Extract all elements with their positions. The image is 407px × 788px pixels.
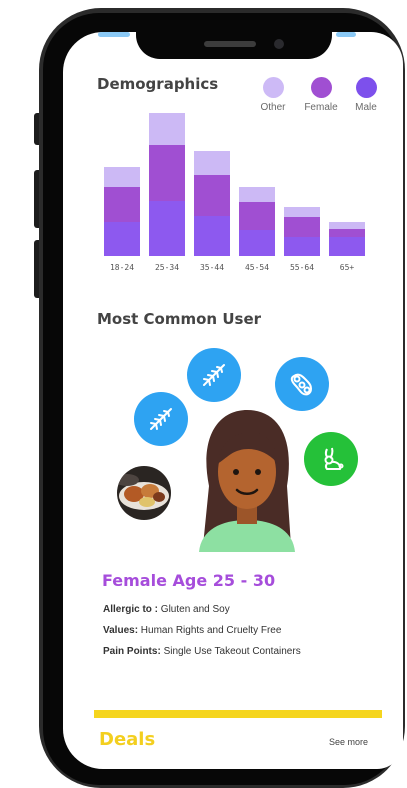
bar-male-65+ [329,236,365,256]
user-name-age: Female Age 25 - 30 [102,571,276,590]
bar-female-35-44 [194,175,230,217]
bar-other-18-24 [104,167,140,187]
pain-points-label: Pain Points: [103,646,161,657]
bar-male-25-34 [149,200,185,256]
x-tick-label: 35-44 [199,263,225,272]
values-line: Values: Human Rights and Cruelty Free [103,625,281,636]
bar-female-55-64 [284,217,320,237]
wheat-icon [187,348,241,402]
bar-other-55-64 [284,207,320,218]
allergy-label: Allergic to : [103,604,159,615]
allergy-value: Gluten and Soy [158,604,230,615]
deals-title: Deals [99,729,156,750]
bar-other-65+ [329,221,365,229]
app-screen: Demographics Other Female Male 18-24 25-3… [63,32,403,769]
allergy-line: Allergic to : Gluten and Soy [103,604,230,615]
x-tick-label: 25-34 [154,263,180,272]
cruelty-free-bunny-icon [304,432,358,486]
speaker-grille [204,41,256,47]
bar-male-35-44 [194,216,230,256]
deals-accent-bar [94,710,382,718]
bar-male-55-64 [284,236,320,256]
bar-female-45-54 [239,202,275,230]
phone-notch [136,13,332,59]
demographics-bar-chart: 18-24 25-34 35-44 45-54 55-64 65+ [63,32,403,292]
most-common-user-title: Most Common User [97,310,262,328]
soybean-icon [275,357,329,411]
pain-points-line: Pain Points: Single Use Takeout Containe… [103,646,301,657]
see-more-link[interactable]: See more [329,737,368,747]
wheat-icon [134,392,188,446]
front-camera [274,39,284,49]
x-tick-label: 65+ [339,263,355,272]
food-photo [117,466,171,520]
x-tick-label: 45-54 [244,263,270,272]
bar-other-25-34 [149,112,185,146]
pain-points-value: Single Use Takeout Containers [160,646,301,657]
bar-other-45-54 [239,186,275,203]
bar-female-18-24 [104,186,140,222]
values-value: Human Rights and Cruelty Free [138,625,282,636]
bar-male-18-24 [104,221,140,256]
bar-other-35-44 [194,150,230,176]
values-label: Values: [103,625,139,636]
x-tick-label: 55-64 [289,263,315,272]
x-tick-label: 18-24 [109,263,135,272]
bar-male-45-54 [239,229,275,256]
bar-female-25-34 [149,145,185,201]
bar-female-65+ [329,228,365,237]
user-avatar-illustration [191,406,303,556]
